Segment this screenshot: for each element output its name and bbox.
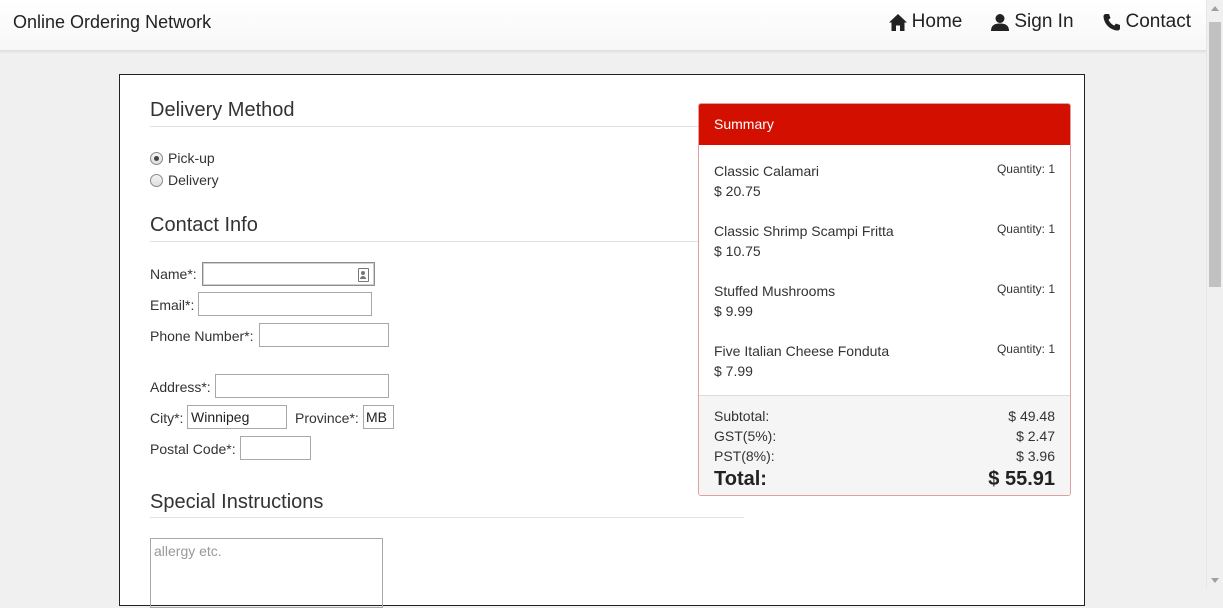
- delivery-label: Delivery: [168, 172, 219, 188]
- city-label: City*:: [150, 410, 184, 426]
- address-label: Address*:: [150, 379, 211, 395]
- delivery-method-heading: Delivery Method: [150, 99, 295, 121]
- subtotal-value: $ 49.48: [1008, 408, 1055, 424]
- summary-header: Summary: [699, 104, 1070, 145]
- pst-value: $ 3.96: [1016, 448, 1055, 464]
- item-name: Five Italian Cheese Fonduta: [714, 343, 890, 359]
- address-field[interactable]: [215, 374, 389, 398]
- province-label: Province*:: [295, 410, 359, 426]
- nav-contact-link[interactable]: Contact: [1102, 11, 1191, 33]
- divider: [150, 241, 744, 242]
- scroll-thumb[interactable]: [1209, 22, 1221, 287]
- province-field[interactable]: MB: [363, 405, 394, 429]
- pst-label: PST(8%):: [714, 448, 775, 464]
- special-instructions-textarea[interactable]: allergy etc.: [150, 538, 383, 608]
- page-scrollbar[interactable]: [1206, 0, 1223, 589]
- gst-value: $ 2.47: [1016, 428, 1055, 444]
- scroll-up-arrow-icon[interactable]: [1211, 6, 1219, 11]
- user-icon: [991, 13, 1010, 31]
- city-field[interactable]: Winnipeg: [187, 405, 287, 429]
- pickup-label: Pick-up: [168, 150, 215, 166]
- pst-row: PST(8%): $ 3.96: [714, 448, 1055, 464]
- nav-home-label: Home: [911, 11, 963, 32]
- contact-card-icon[interactable]: [358, 268, 369, 282]
- totals-section: Subtotal: $ 49.48 GST(5%): $ 2.47 PST(8%…: [699, 395, 1070, 495]
- item-name: Classic Shrimp Scampi Fritta: [714, 223, 894, 239]
- pickup-radio[interactable]: [150, 151, 163, 165]
- name-label: Name*:: [150, 266, 197, 282]
- phone-label: Phone Number*:: [150, 328, 254, 344]
- name-field[interactable]: [202, 262, 375, 286]
- item-quantity: Quantity: 1: [996, 162, 1055, 176]
- nav-signin-link[interactable]: Sign In: [990, 11, 1074, 33]
- nav-signin-label: Sign In: [1014, 11, 1074, 32]
- pickup-option[interactable]: Pick-up: [150, 150, 215, 166]
- contact-info-heading: Contact Info: [150, 214, 258, 236]
- item-price: $ 20.75: [714, 183, 761, 199]
- gst-label: GST(5%):: [714, 428, 777, 444]
- email-label: Email*:: [150, 297, 195, 313]
- nav-menu: Home Sign In Contact: [860, 11, 1191, 33]
- postal-code-field[interactable]: [240, 436, 311, 460]
- summary-item: Five Italian Cheese Fonduta $ 7.99 Quant…: [714, 342, 1055, 383]
- total-row: Total: $ 55.91: [714, 468, 1055, 491]
- home-icon: [888, 13, 907, 31]
- summary-item: Classic Calamari $ 20.75 Quantity: 1: [714, 162, 1055, 203]
- order-summary-card: Summary Classic Calamari $ 20.75 Quantit…: [698, 103, 1071, 496]
- gst-row: GST(5%): $ 2.47: [714, 428, 1055, 444]
- item-name: Classic Calamari: [714, 163, 820, 179]
- total-label: Total:: [714, 468, 767, 490]
- top-navbar: Online Ordering Network Home Sign In Con…: [0, 0, 1207, 51]
- total-value: $ 55.91: [988, 468, 1055, 490]
- item-quantity: Quantity: 1: [996, 222, 1055, 236]
- summary-item: Classic Shrimp Scampi Fritta $ 10.75 Qua…: [714, 222, 1055, 263]
- delivery-option[interactable]: Delivery: [150, 172, 219, 188]
- email-field[interactable]: [198, 292, 372, 316]
- nav-home-link[interactable]: Home: [888, 11, 963, 33]
- brand-title[interactable]: Online Ordering Network: [13, 12, 211, 33]
- subtotal-row: Subtotal: $ 49.48: [714, 408, 1055, 424]
- item-price: $ 7.99: [714, 363, 753, 379]
- divider: [150, 126, 744, 127]
- summary-item: Stuffed Mushrooms $ 9.99 Quantity: 1: [714, 282, 1055, 323]
- scroll-down-arrow-icon[interactable]: [1211, 578, 1219, 583]
- item-name: Stuffed Mushrooms: [714, 283, 836, 299]
- special-instructions-heading: Special Instructions: [150, 491, 324, 513]
- item-price: $ 10.75: [714, 243, 761, 259]
- item-quantity: Quantity: 1: [996, 282, 1055, 296]
- delivery-radio[interactable]: [150, 173, 163, 187]
- nav-contact-label: Contact: [1125, 11, 1191, 32]
- item-quantity: Quantity: 1: [996, 342, 1055, 356]
- phone-field[interactable]: [259, 323, 389, 347]
- item-price: $ 9.99: [714, 303, 753, 319]
- postal-code-label: Postal Code*:: [150, 441, 236, 457]
- divider: [150, 517, 744, 518]
- subtotal-label: Subtotal:: [714, 408, 770, 424]
- phone-icon: [1103, 13, 1120, 30]
